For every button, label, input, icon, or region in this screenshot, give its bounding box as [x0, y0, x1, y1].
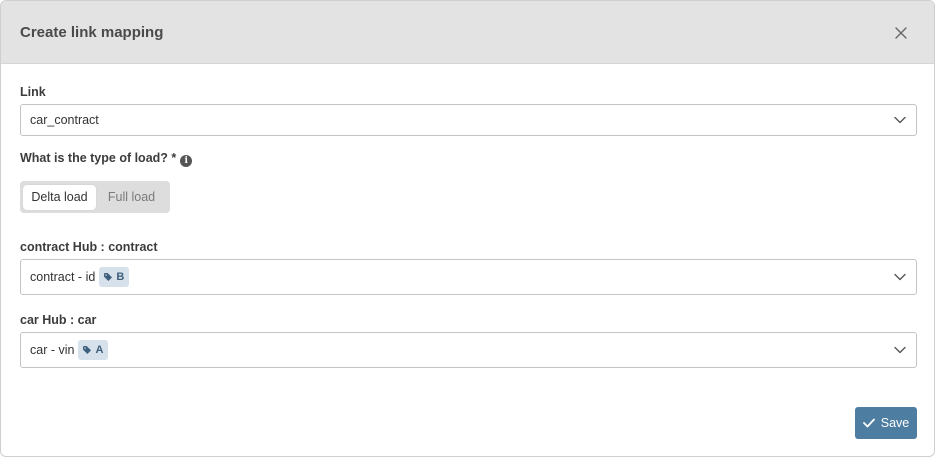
contract-hub-select[interactable]: contract - id B: [20, 259, 917, 295]
close-button[interactable]: [890, 22, 912, 44]
link-select-value: car_contract: [30, 113, 99, 127]
dialog-header: Create link mapping: [1, 1, 934, 64]
load-type-toggle: Delta load Full load: [20, 181, 170, 213]
business-key-tag: A: [78, 340, 109, 360]
close-icon: [895, 27, 907, 39]
save-button[interactable]: Save: [855, 407, 917, 439]
load-type-label: What is the type of load? * i: [20, 151, 193, 167]
delta-load-option[interactable]: Delta load: [23, 184, 96, 210]
contract-hub-value: contract - id: [30, 270, 96, 284]
chevron-down-icon: [893, 115, 907, 125]
chevron-down-icon: [893, 345, 907, 355]
business-key-tag: B: [99, 267, 130, 287]
link-label: Link: [20, 85, 46, 99]
tag-icon: [83, 346, 92, 354]
info-icon[interactable]: i: [180, 155, 193, 167]
tag-icon: [104, 273, 113, 281]
tag-label: B: [116, 271, 125, 283]
save-button-label: Save: [880, 416, 910, 430]
car-hub-value: car - vin: [30, 343, 75, 357]
load-type-label-text: What is the type of load? *: [20, 151, 177, 165]
full-load-option[interactable]: Full load: [96, 185, 167, 210]
tag-label: A: [95, 344, 104, 356]
car-hub-select[interactable]: car - vin A: [20, 332, 917, 368]
chevron-down-icon: [893, 272, 907, 282]
contract-hub-label: contract Hub : contract: [20, 240, 158, 254]
create-link-mapping-dialog: Create link mapping Link car_contract Wh…: [0, 0, 935, 457]
car-hub-label: car Hub : car: [20, 313, 97, 327]
link-select[interactable]: car_contract: [20, 104, 917, 136]
dialog-title: Create link mapping: [20, 24, 164, 41]
check-icon: [862, 418, 875, 428]
